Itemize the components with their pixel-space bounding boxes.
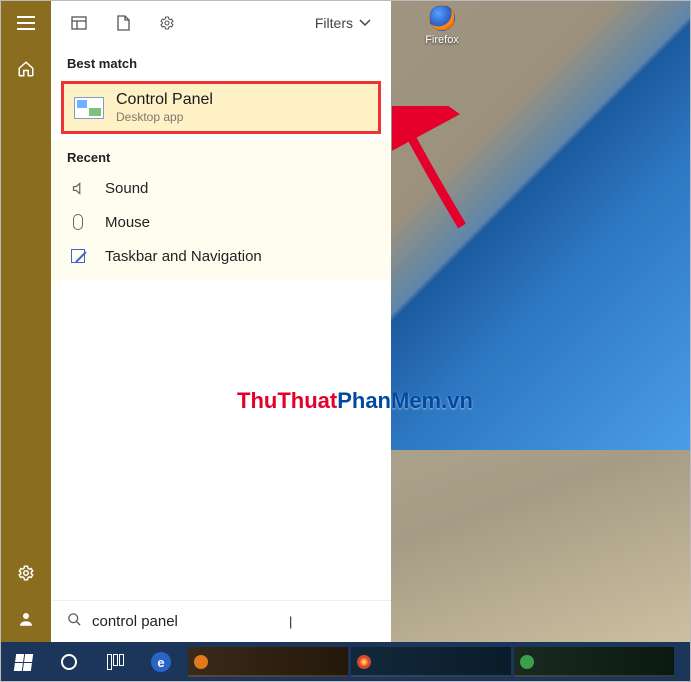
start-button[interactable] <box>0 642 46 682</box>
mouse-icon <box>69 213 87 231</box>
search-row[interactable] <box>51 600 391 642</box>
documents-button[interactable] <box>101 1 145 45</box>
hamburger-icon <box>17 16 35 30</box>
recent-item-label: Taskbar and Navigation <box>105 248 262 265</box>
best-match-result[interactable]: Control Panel Desktop app <box>64 84 378 131</box>
settings-filter-button[interactable] <box>145 1 189 45</box>
taskbar-app-2[interactable] <box>351 647 511 677</box>
speaker-icon <box>69 179 87 197</box>
settings-button[interactable] <box>0 550 51 596</box>
recent-item-mouse[interactable]: Mouse <box>51 205 391 239</box>
gear-icon <box>159 15 175 31</box>
recent-item-taskbar[interactable]: Taskbar and Navigation <box>51 239 391 273</box>
search-input[interactable] <box>92 613 291 630</box>
taskbar-running-apps <box>184 647 691 677</box>
result-title: Control Panel <box>116 91 213 109</box>
start-search-panel: Filters Best match Control Panel Desktop… <box>51 0 391 642</box>
annotation-highlight: Control Panel Desktop app <box>61 81 381 134</box>
panel-topbar: Filters <box>51 0 391 46</box>
filters-label: Filters <box>315 15 353 31</box>
recent-item-label: Mouse <box>105 214 150 231</box>
cortana-icon <box>61 654 77 670</box>
annotation-arrow <box>392 106 472 236</box>
firefox-icon <box>429 5 455 31</box>
desktop-shortcut-firefox[interactable]: Firefox <box>417 5 467 46</box>
user-button[interactable] <box>0 596 51 642</box>
edge-icon: e <box>151 652 171 672</box>
watermark: ThuThuatPhanMem.vn <box>237 388 473 414</box>
hamburger-button[interactable] <box>0 0 51 46</box>
chevron-down-icon <box>359 19 371 27</box>
panel-empty-area <box>51 281 391 600</box>
recent-item-label: Sound <box>105 180 148 197</box>
search-icon <box>67 612 82 631</box>
windows-logo-icon <box>13 654 32 671</box>
apps-icon <box>71 16 87 30</box>
gear-icon <box>17 564 35 582</box>
task-view-button[interactable] <box>92 642 138 682</box>
home-button[interactable] <box>0 46 51 92</box>
edge-button[interactable]: e <box>138 642 184 682</box>
home-icon <box>17 60 35 78</box>
best-match-header: Best match <box>51 46 391 77</box>
result-subtitle: Desktop app <box>116 110 213 124</box>
document-icon <box>117 15 130 31</box>
user-icon <box>17 610 35 628</box>
desktop-shortcut-label: Firefox <box>417 34 467 46</box>
recent-item-sound[interactable]: Sound <box>51 171 391 205</box>
cortana-button[interactable] <box>46 642 92 682</box>
task-view-icon <box>107 654 124 670</box>
apps-view-button[interactable] <box>57 1 101 45</box>
recent-header: Recent <box>51 140 391 171</box>
taskbar: e <box>0 642 691 682</box>
taskbar-icon <box>69 247 87 265</box>
control-panel-icon <box>74 97 104 119</box>
taskbar-app-3[interactable] <box>514 647 674 677</box>
taskbar-app-1[interactable] <box>188 647 348 677</box>
start-rail <box>0 0 51 642</box>
filters-dropdown[interactable]: Filters <box>315 15 385 31</box>
